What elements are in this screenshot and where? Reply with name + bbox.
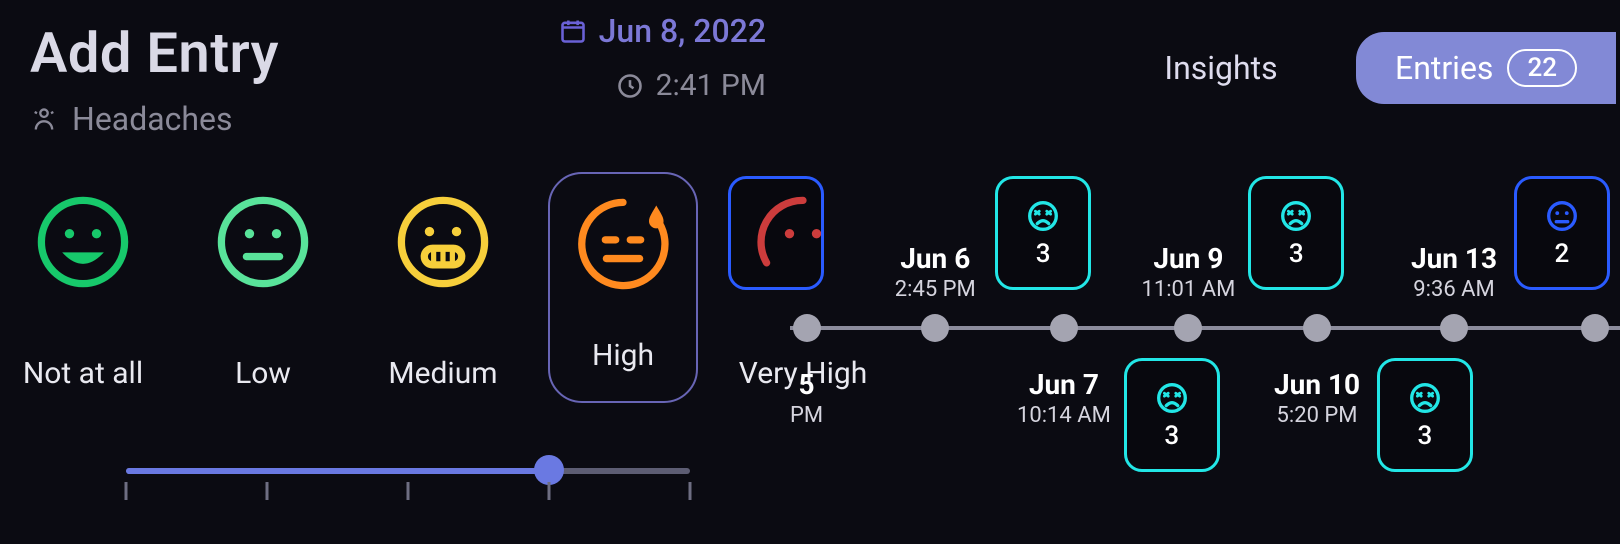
entry-date-label: Jun 710:14 AM [1017,368,1111,428]
severity-label: Medium [388,356,497,391]
entry-date-label: Jun 105:20 PM [1274,368,1360,428]
timeline-node [1303,314,1331,342]
timeline-node [793,314,821,342]
entry-card[interactable]: 3 [1248,176,1344,290]
slider-tick [689,482,692,500]
severity-label: Low [235,356,291,391]
entry-card[interactable]: 3 [1124,358,1220,472]
timeline-node [1440,314,1468,342]
entry-card[interactable]: 3 [995,176,1091,290]
tab-label: Entries [1395,49,1493,87]
timeline-node [1174,314,1202,342]
entry-card[interactable]: 3 [1377,358,1473,472]
date-picker[interactable]: Jun 8, 2022 [559,12,766,50]
time-value: 2:41 PM [656,68,766,103]
tabs: Insights Entries 22 [1086,32,1616,104]
slider-tick [548,482,551,500]
entries-count-badge: 22 [1507,49,1577,87]
timeline-node [1050,314,1078,342]
time-picker[interactable]: 2:41 PM [559,68,766,103]
date-value: Jun 8, 2022 [599,12,766,50]
slider-tick [266,482,269,500]
entries-panel: Insights Entries 22 5PM Jun 62:45 PM 3 Jun … [790,0,1620,544]
category-label: Headaches [72,100,233,138]
severity-label: High [592,338,654,373]
severity-scale: Not at allLowMediumHighVery High [8,172,790,403]
person-headache-icon [30,105,58,133]
severity-option-low[interactable]: Low [188,172,338,403]
timeline-axis [790,326,1620,330]
entry-level-value: 3 [1164,421,1179,451]
calendar-icon [559,17,587,45]
severity-option-medium[interactable]: Medium [368,172,518,403]
timeline-node [921,314,949,342]
slider-tick [125,482,128,500]
severity-option-not-at-all[interactable]: Not at all [8,172,158,403]
entry-level-value: 3 [1289,239,1304,269]
entry-level-value: 2 [1555,239,1570,269]
entry-date-label: Jun 139:36 AM [1411,242,1497,302]
entry-card-partial[interactable] [728,176,824,290]
clock-icon [616,72,644,100]
severity-slider[interactable] [126,466,690,502]
add-entry-panel: Add Entry Headaches Jun 8, 2022 [0,0,790,544]
datetime-block: Jun 8, 2022 2:41 PM [559,12,766,103]
slider-tick [407,482,410,500]
severity-option-high[interactable]: High [548,172,698,403]
tab-label: Insights [1164,49,1277,87]
entry-date-label: Jun 911:01 AM [1141,242,1235,302]
entry-level-value: 3 [1418,421,1433,451]
timeline-node [1581,314,1609,342]
entry-level-value: 3 [1036,239,1051,269]
entry-card[interactable]: 2 [1514,176,1610,290]
entry-date-label: 5PM [790,368,823,428]
category-row: Headaches [30,100,790,138]
tab-insights[interactable]: Insights [1086,32,1356,104]
severity-label: Not at all [23,356,143,391]
tab-entries[interactable]: Entries 22 [1356,32,1616,104]
entry-date-label: Jun 62:45 PM [895,242,976,302]
